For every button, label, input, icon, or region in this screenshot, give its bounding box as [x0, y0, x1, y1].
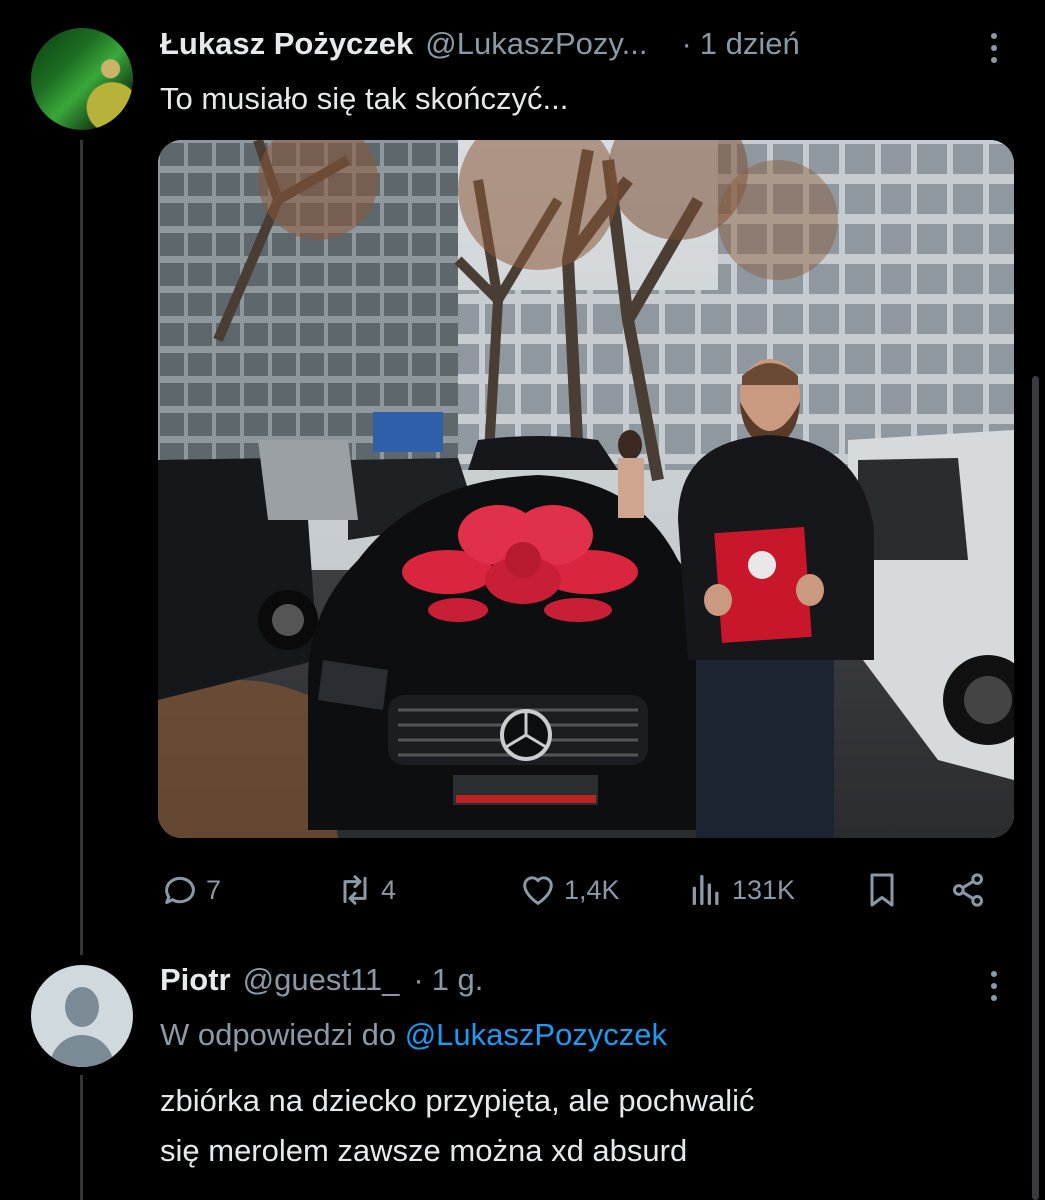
default-avatar-head — [65, 987, 99, 1027]
heart-icon — [523, 876, 553, 905]
reply-text-line-2: się merolem zawsze można xd absurd — [160, 1133, 688, 1168]
views-icon — [692, 875, 719, 905]
default-avatar-body — [50, 1035, 114, 1067]
reply-count: 7 — [206, 874, 222, 905]
reply-separator-dot: · — [413, 962, 424, 997]
reply-button[interactable]: 7 — [160, 862, 221, 918]
views-count: 131K — [732, 874, 796, 905]
views-button[interactable]: 131K — [686, 862, 795, 918]
retweet-count: 4 — [381, 874, 397, 905]
tweet-actions: 7 4 1,4K 131K — [160, 862, 1000, 918]
retweet-button[interactable]: 4 — [335, 862, 396, 918]
author-avatar[interactable] — [31, 28, 133, 130]
reply-icon — [165, 876, 195, 904]
reply-text-line-1: zbiórka na dziecko przypięta, ale pochwa… — [160, 1083, 755, 1118]
bookmark-button[interactable] — [862, 862, 902, 918]
reply-header: Piotr @guest11_ · 1 g. — [160, 962, 483, 1002]
share-icon — [953, 873, 983, 907]
scrollbar[interactable] — [1032, 376, 1039, 1200]
reply-to-mention[interactable]: @LukaszPozyczek — [405, 1017, 667, 1052]
author-handle[interactable]: @LukaszPozy... — [425, 26, 647, 62]
like-count: 1,4K — [564, 874, 620, 905]
tweet-header: Łukasz Pożyczek @LukaszPozy... · 1 dzień — [160, 26, 800, 66]
bookmark-icon — [870, 873, 894, 907]
reply-author-name[interactable]: Piotr — [160, 962, 231, 998]
share-button[interactable] — [948, 862, 988, 918]
reply-author-handle[interactable]: @guest11_ — [243, 962, 400, 998]
thread-line-reply — [80, 1075, 83, 1200]
photo-car-gift — [158, 140, 1014, 838]
reply-more-options-icon[interactable] — [979, 966, 1009, 1006]
author-name[interactable]: Łukasz Pożyczek — [160, 26, 413, 62]
tweet-time[interactable]: 1 dzień — [700, 26, 800, 62]
thread-line — [80, 140, 83, 955]
retweet-icon — [343, 875, 367, 905]
like-button[interactable]: 1,4K — [518, 862, 620, 918]
reply-to-line: W odpowiedzi do @LukaszPozyczek — [160, 1017, 667, 1053]
separator-dot: · — [681, 26, 692, 61]
reply-author-avatar[interactable] — [31, 965, 133, 1067]
tweet-text: To musiało się tak skończyć... — [160, 81, 569, 116]
tweet-media-image[interactable] — [158, 140, 1014, 838]
reply-to-prefix: W odpowiedzi do — [160, 1017, 397, 1052]
reply-time[interactable]: 1 g. — [432, 962, 484, 998]
more-options-icon[interactable] — [979, 28, 1009, 68]
